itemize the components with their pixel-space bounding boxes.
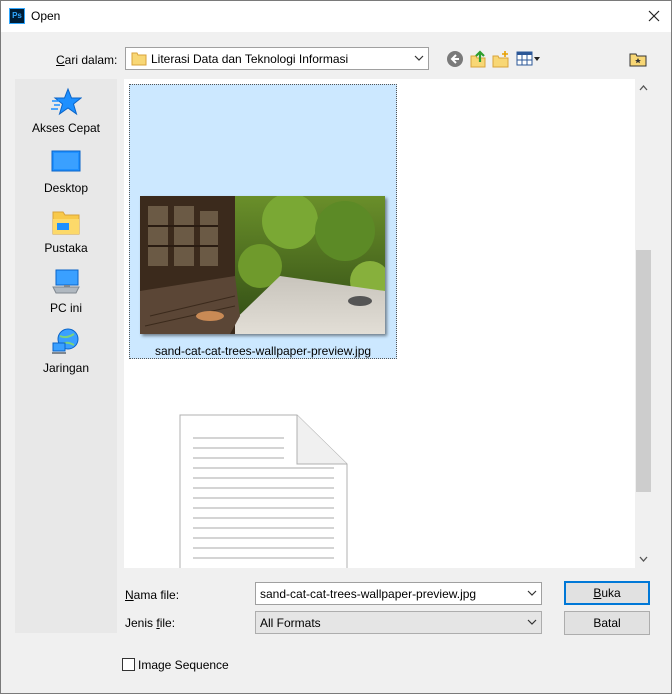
favorite-folder-button[interactable]	[629, 50, 647, 68]
view-menu-icon	[516, 51, 540, 66]
up-folder-button[interactable]	[469, 50, 487, 68]
look-in-label: Cari dalam:	[56, 53, 118, 67]
scroll-thumb[interactable]	[636, 250, 651, 492]
look-in-value: Literasi Data dan Teknologi Informasi	[151, 52, 349, 66]
desktop-icon	[51, 150, 81, 172]
image-sequence-label: Image Sequence	[138, 658, 229, 672]
photoshop-app-icon: Ps	[9, 8, 25, 24]
chevron-down-icon[interactable]	[527, 589, 537, 597]
sidebar-item-label: Akses Cepat	[31, 121, 101, 135]
file-name-input-value: sand-cat-cat-trees-wallpaper-preview.jpg	[260, 587, 477, 601]
sidebar-item-libraries[interactable]: Pustaka	[15, 207, 117, 255]
network-icon	[52, 328, 79, 354]
back-icon	[447, 51, 463, 67]
chevron-down-icon	[414, 55, 424, 61]
sidebar-item-label: Jaringan	[42, 361, 90, 375]
vertical-scrollbar[interactable]	[635, 79, 652, 568]
sidebar-item-label: PC ini	[49, 301, 82, 315]
sidebar-item-quick-access[interactable]: Akses Cepat	[15, 87, 117, 135]
sidebar-item-label: Desktop	[43, 181, 89, 195]
new-folder-button[interactable]	[492, 50, 510, 68]
file-type-value: All Formats	[260, 616, 321, 630]
scroll-down-icon[interactable]	[639, 556, 648, 563]
cancel-button[interactable]: Batal	[564, 611, 650, 635]
sidebar-item-desktop[interactable]: Desktop	[15, 147, 117, 195]
scroll-up-icon[interactable]	[639, 84, 648, 91]
back-button[interactable]	[446, 50, 464, 68]
file-type-label: Jenis file:	[125, 616, 176, 630]
file-item-selected[interactable]: sand-cat-cat-trees-wallpaper-preview.jpg	[129, 84, 397, 359]
chevron-down-icon	[527, 619, 537, 625]
file-name-field-label: Nama file:	[125, 588, 180, 602]
this-pc-icon	[52, 269, 80, 294]
sidebar-item-label: Pustaka	[44, 241, 88, 255]
file-name-input[interactable]: sand-cat-cat-trees-wallpaper-preview.jpg	[255, 582, 542, 605]
open-dialog: Ps Open Cari dalam: Literasi Data dan Te…	[0, 0, 672, 694]
sidebar-item-network[interactable]: Jaringan	[15, 327, 117, 375]
open-button[interactable]: Buka	[564, 581, 650, 605]
document-file-icon[interactable]	[179, 414, 349, 568]
up-folder-icon	[470, 50, 486, 68]
new-folder-icon	[492, 51, 509, 68]
garden-photo-thumbnail	[140, 196, 385, 334]
image-thumbnail	[140, 196, 385, 334]
view-menu-button[interactable]	[516, 50, 542, 68]
file-list: sand-cat-cat-trees-wallpaper-preview.jpg	[124, 79, 635, 568]
places-sidebar: Akses Cepat Desktop Pustaka PC ini Jarin…	[15, 79, 117, 633]
title-bar: Ps Open	[1, 1, 671, 32]
quick-access-star-icon	[51, 87, 82, 116]
image-sequence-checkbox[interactable]	[122, 658, 135, 671]
file-name-label: sand-cat-cat-trees-wallpaper-preview.jpg	[154, 344, 372, 358]
file-type-dropdown[interactable]: All Formats	[255, 611, 542, 634]
look-in-dropdown[interactable]: Literasi Data dan Teknologi Informasi	[125, 47, 429, 70]
sidebar-item-this-pc[interactable]: PC ini	[15, 267, 117, 315]
close-button[interactable]	[641, 5, 667, 27]
window-title: Open	[31, 9, 61, 23]
folder-icon	[131, 52, 147, 66]
libraries-icon	[52, 211, 80, 235]
favorite-folder-icon	[629, 53, 647, 67]
close-icon	[648, 10, 660, 22]
